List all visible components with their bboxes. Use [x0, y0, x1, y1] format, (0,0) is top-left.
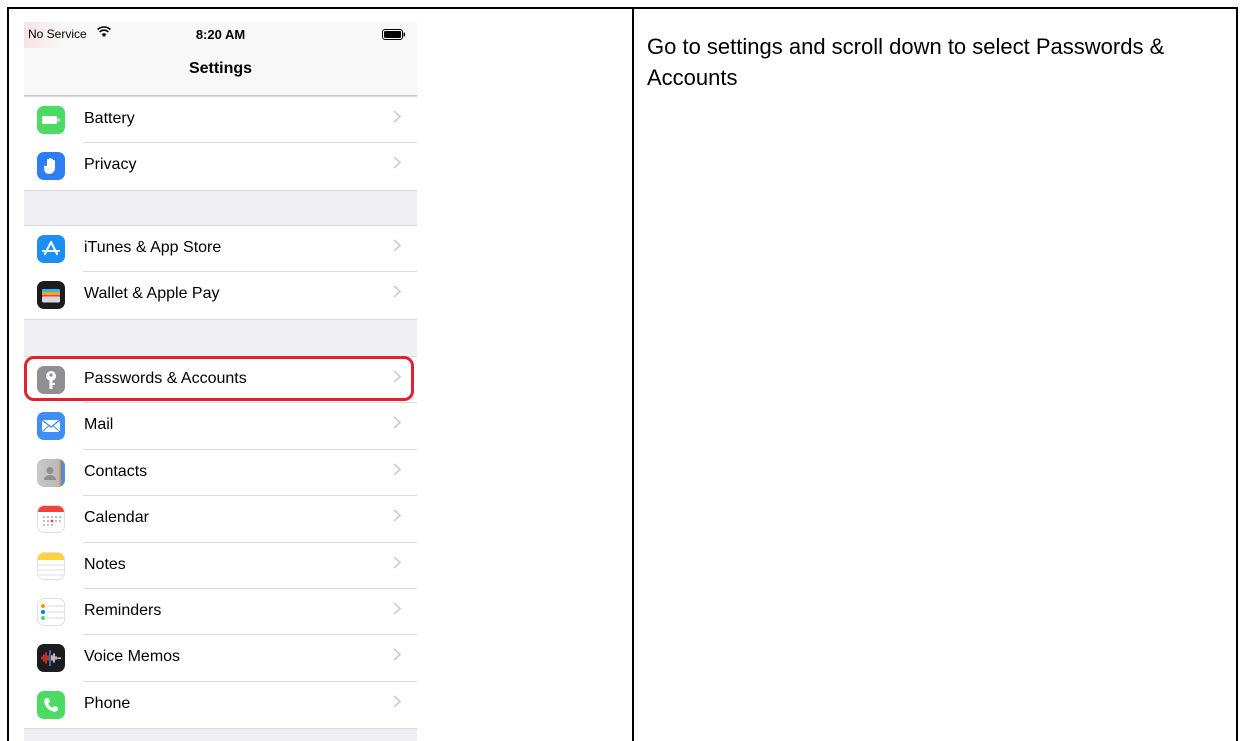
chevron-right-icon	[393, 602, 401, 615]
settings-row-label: Voice Memos	[84, 648, 181, 666]
settings-row-itunes-app-store[interactable]: iTunes & App Store	[24, 226, 417, 273]
settings-row-privacy[interactable]: Privacy	[24, 143, 417, 189]
settings-row-battery[interactable]: Battery	[24, 97, 417, 144]
reminders-icon	[37, 597, 65, 626]
settings-row-label: Mail	[84, 416, 114, 434]
settings-group: Battery Privacy	[24, 96, 417, 191]
settings-row-label: Reminders	[84, 601, 162, 619]
navigation-bar: Settings	[24, 48, 417, 96]
contacts-icon	[37, 458, 65, 487]
calendar-icon	[37, 505, 65, 534]
settings-row-label: Privacy	[84, 156, 137, 174]
chevron-right-icon	[393, 695, 401, 708]
status-bar: No Service 8:20 AM	[24, 22, 417, 48]
chevron-right-icon	[393, 509, 401, 522]
settings-row-label: Contacts	[84, 462, 148, 480]
chevron-right-icon	[393, 416, 401, 429]
settings-screenshot: No Service 8:20 AM Settings Battery Priv…	[24, 22, 417, 741]
settings-row-contacts[interactable]: Contacts	[24, 450, 417, 497]
clock-time: 8:20 AM	[195, 27, 246, 42]
instruction-text: Go to settings and scroll down to select…	[647, 34, 1165, 90]
settings-row-phone[interactable]: Phone	[24, 682, 417, 728]
notes-icon	[37, 551, 65, 580]
settings-row-label: Wallet & Apple Pay	[84, 285, 220, 303]
chevron-right-icon	[393, 110, 401, 123]
chevron-right-icon	[393, 156, 401, 169]
battery-app-icon	[37, 106, 65, 134]
settings-row-label: Calendar	[84, 509, 149, 527]
settings-row-voice-memos[interactable]: Voice Memos	[24, 635, 417, 682]
table-column-divider	[632, 7, 634, 741]
settings-row-notes[interactable]: Notes	[24, 543, 417, 589]
voice-memos-icon	[37, 644, 65, 673]
chevron-right-icon	[393, 556, 401, 569]
chevron-right-icon	[393, 648, 401, 661]
settings-group: iTunes & App Store Wallet & Apple Pay	[24, 225, 417, 320]
settings-row-label: Notes	[84, 555, 126, 573]
settings-row-wallet-apple-pay[interactable]: Wallet & Apple Pay	[24, 272, 417, 318]
wallet-icon	[37, 281, 65, 310]
settings-row-label: Phone	[84, 694, 131, 712]
battery-status-icon	[382, 29, 405, 40]
settings-row-calendar[interactable]: Calendar	[24, 496, 417, 543]
settings-row-mail[interactable]: Mail	[24, 403, 417, 450]
settings-group: Passwords & Accounts Mail Contacts Calen…	[24, 356, 417, 730]
settings-row-reminders[interactable]: Reminders	[24, 589, 417, 636]
app-store-icon	[37, 235, 65, 263]
mail-icon	[37, 412, 65, 441]
settings-row-label: iTunes & App Store	[84, 239, 222, 256]
highlight-box	[24, 356, 414, 401]
page-title: Settings	[188, 60, 253, 77]
chevron-right-icon	[393, 239, 401, 252]
settings-row-label: Battery	[84, 110, 135, 127]
chevron-right-icon	[393, 463, 401, 476]
hand-icon	[37, 152, 65, 181]
chevron-right-icon	[393, 285, 401, 298]
phone-icon	[37, 690, 65, 719]
